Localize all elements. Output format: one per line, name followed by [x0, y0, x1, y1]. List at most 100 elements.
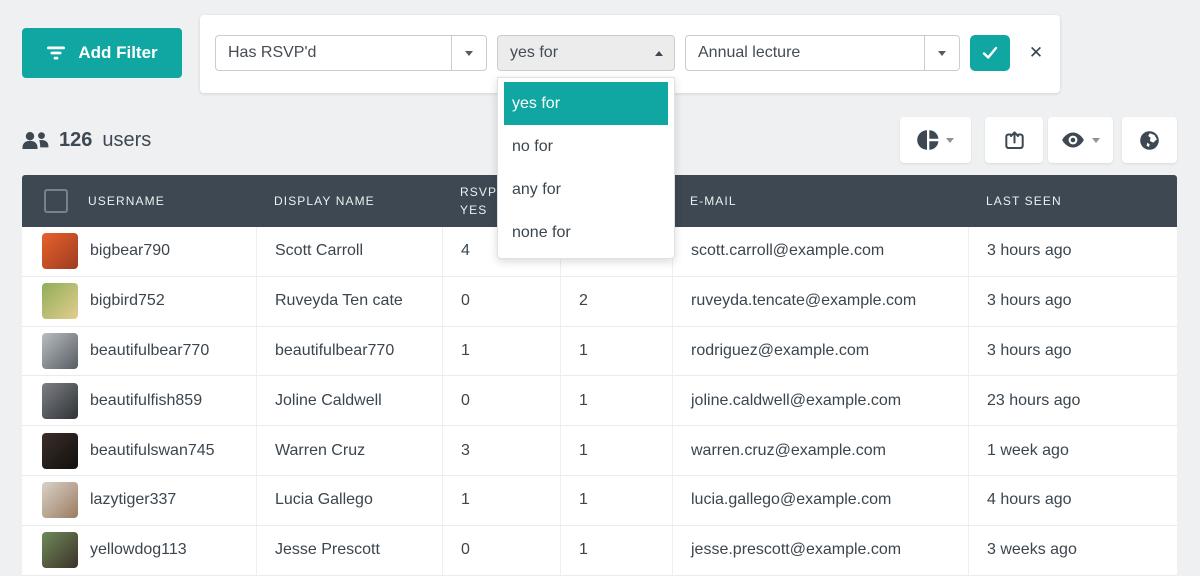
- chevron-down-icon: [946, 138, 954, 143]
- chevron-down-icon: [1092, 138, 1100, 143]
- filter-operator-value: yes for: [498, 36, 644, 70]
- add-filter-button[interactable]: Add Filter: [22, 28, 182, 78]
- last-seen-text: 1 week ago: [987, 442, 1069, 460]
- header-display-name: DISPLAY NAME: [256, 175, 442, 227]
- display-name-text: beautifulbear770: [275, 342, 394, 360]
- username-cell: bigbird752: [22, 277, 256, 326]
- email-text: joline.caldwell@example.com: [691, 392, 901, 410]
- email-cell: joline.caldwell@example.com: [672, 376, 968, 425]
- rsvp-yes-cell: 0: [442, 526, 560, 575]
- table-row[interactable]: lazytiger337 Lucia Gallego 1 1 lucia.gal…: [22, 476, 1177, 526]
- email-cell: ruveyda.tencate@example.com: [672, 277, 968, 326]
- email-cell: jesse.prescott@example.com: [672, 526, 968, 575]
- display-name-text: Lucia Gallego: [275, 491, 373, 509]
- header-email: E-MAIL: [672, 175, 968, 227]
- users-icon: [22, 131, 49, 150]
- rsvp-other-value: 2: [579, 292, 588, 310]
- username-text: beautifulswan745: [90, 442, 215, 460]
- last-seen-text: 3 hours ago: [987, 292, 1072, 310]
- table-row[interactable]: bigbird752 Ruveyda Ten cate 0 2 ruveyda.…: [22, 277, 1177, 327]
- rsvp-yes-value: 0: [461, 292, 470, 310]
- operator-dropdown-menu: yes for no for any for none for: [497, 77, 675, 259]
- username-text: lazytiger337: [90, 491, 176, 509]
- email-text: jesse.prescott@example.com: [691, 541, 901, 559]
- display-name-cell: Scott Carroll: [256, 227, 442, 276]
- display-name-text: Joline Caldwell: [275, 392, 382, 410]
- dropdown-option-label: any for: [512, 181, 561, 199]
- last-seen-cell: 3 hours ago: [968, 277, 1177, 326]
- rsvp-other-value: 1: [579, 442, 588, 460]
- close-icon: ✕: [1029, 43, 1043, 63]
- rsvp-other-value: 1: [579, 392, 588, 410]
- email-text: ruveyda.tencate@example.com: [691, 292, 916, 310]
- rsvp-yes-value: 1: [461, 342, 470, 360]
- last-seen-cell: 3 hours ago: [968, 227, 1177, 276]
- username-text: bigbear790: [90, 242, 170, 260]
- display-name-text: Ruveyda Ten cate: [275, 292, 403, 310]
- rsvp-other-cell: 1: [560, 327, 672, 376]
- table-row[interactable]: beautifulfish859 Joline Caldwell 0 1 jol…: [22, 376, 1177, 426]
- dropdown-option[interactable]: any for: [504, 168, 668, 211]
- filter-value-select[interactable]: Annual lecture: [685, 35, 960, 71]
- avatar: [42, 283, 78, 319]
- last-seen-cell: 1 week ago: [968, 426, 1177, 475]
- globe-button[interactable]: [1122, 117, 1177, 163]
- apply-filter-button[interactable]: [970, 35, 1010, 71]
- user-count: 126: [59, 129, 92, 152]
- filter-value-value: Annual lecture: [686, 36, 924, 70]
- dropdown-option[interactable]: none for: [504, 211, 668, 254]
- header-last-seen: LAST SEEN: [968, 175, 1177, 227]
- avatar: [42, 333, 78, 369]
- filter-field-select[interactable]: Has RSVP'd: [215, 35, 487, 71]
- remove-filter-button[interactable]: ✕: [1018, 35, 1054, 71]
- table-row[interactable]: beautifulswan745 Warren Cruz 3 1 warren.…: [22, 426, 1177, 476]
- export-button[interactable]: [985, 117, 1043, 163]
- dropdown-option[interactable]: yes for: [504, 82, 668, 125]
- visibility-menu-button[interactable]: [1048, 117, 1113, 163]
- username-text: beautifulbear770: [90, 342, 209, 360]
- globe-icon: [1139, 130, 1160, 151]
- rsvp-yes-cell: 1: [442, 476, 560, 525]
- chart-menu-button[interactable]: [900, 117, 971, 163]
- email-cell: scott.carroll@example.com: [672, 227, 968, 276]
- username-cell: beautifulbear770: [22, 327, 256, 376]
- username-cell: lazytiger337: [22, 476, 256, 525]
- filter-icon: [46, 45, 66, 61]
- dropdown-option[interactable]: no for: [504, 125, 668, 168]
- email-text: warren.cruz@example.com: [691, 442, 886, 460]
- display-name-cell: Warren Cruz: [256, 426, 442, 475]
- rsvp-other-value: 1: [579, 491, 588, 509]
- username-cell: bigbear790: [22, 227, 256, 276]
- last-seen-cell: 3 hours ago: [968, 327, 1177, 376]
- display-name-cell: Lucia Gallego: [256, 476, 442, 525]
- filter-field-value: Has RSVP'd: [216, 36, 451, 70]
- last-seen-text: 3 hours ago: [987, 342, 1072, 360]
- filter-operator-select[interactable]: yes for: [497, 35, 675, 71]
- eye-icon: [1061, 132, 1085, 148]
- table-row[interactable]: yellowdog113 Jesse Prescott 0 1 jesse.pr…: [22, 526, 1177, 576]
- rsvp-yes-value: 0: [461, 392, 470, 410]
- chevron-down-icon: [924, 36, 959, 70]
- rsvp-other-value: 1: [579, 342, 588, 360]
- header-display-name-label: DISPLAY NAME: [274, 194, 375, 208]
- rsvp-other-cell: 1: [560, 376, 672, 425]
- last-seen-text: 4 hours ago: [987, 491, 1072, 509]
- select-all-checkbox[interactable]: [44, 189, 68, 213]
- email-text: scott.carroll@example.com: [691, 242, 884, 260]
- avatar: [42, 532, 78, 568]
- display-name-cell: Ruveyda Ten cate: [256, 277, 442, 326]
- username-text: beautifulfish859: [90, 392, 202, 410]
- rsvp-yes-cell: 1: [442, 327, 560, 376]
- rsvp-yes-value: 1: [461, 491, 470, 509]
- rsvp-other-cell: 1: [560, 476, 672, 525]
- rsvp-yes-value: 4: [461, 242, 470, 260]
- display-name-cell: beautifulbear770: [256, 327, 442, 376]
- header-username: USERNAME: [22, 175, 256, 227]
- header-username-label: USERNAME: [88, 194, 165, 208]
- display-name-text: Warren Cruz: [275, 442, 365, 460]
- rsvp-other-value: 1: [579, 541, 588, 559]
- email-cell: rodriguez@example.com: [672, 327, 968, 376]
- username-text: bigbird752: [90, 292, 165, 310]
- email-text: rodriguez@example.com: [691, 342, 869, 360]
- table-row[interactable]: beautifulbear770 beautifulbear770 1 1 ro…: [22, 327, 1177, 377]
